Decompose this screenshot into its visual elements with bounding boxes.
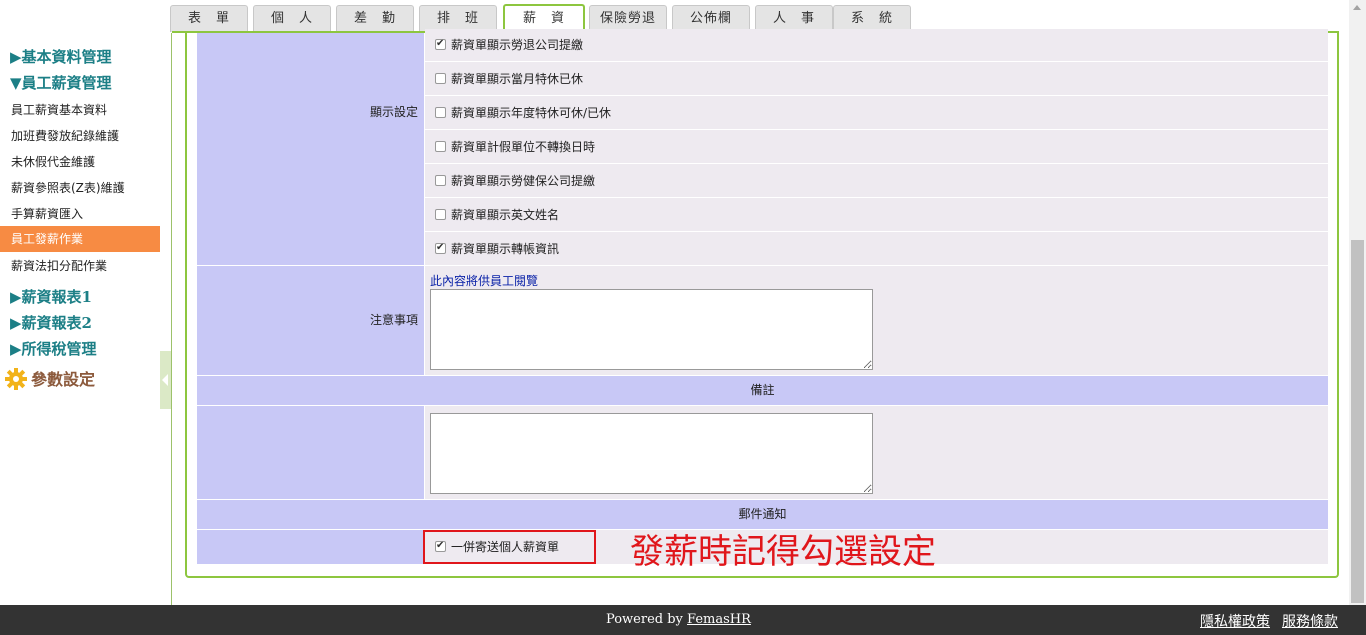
display-settings-label: 顯示設定 [197,33,424,265]
active-indicator [160,226,171,252]
sidebar-item-payroll-run[interactable]: 員工發薪作業 [0,226,160,252]
option-label: 薪資單計假單位不轉換日時 [451,140,596,154]
sidebar-category-income-tax[interactable]: ▶所得稅管理 [10,338,97,359]
remarks-textarea[interactable] [430,413,873,494]
remarks-label [197,406,424,499]
option-label: 薪資單顯示當月特休已休 [451,72,584,86]
powered-prefix: Powered by [606,612,688,627]
checkbox[interactable] [435,209,446,220]
sidebar: ▶基本資料管理 ▼員工薪資管理 員工薪資基本資料 加班費發放紀錄維護 未休假代金… [0,33,172,605]
option-label: 薪資單顯示勞健保公司提繳 [451,174,596,188]
tab-shift[interactable]: 排 班 [419,5,497,32]
annotation-text: 發薪時記得勾選設定 [630,532,936,572]
option-insurance-contrib[interactable]: 薪資單顯示勞健保公司提繳 [425,165,1328,198]
notes-label: 注意事項 [197,266,424,375]
sidebar-item-manual-import[interactable]: 手算薪資匯入 [11,205,83,222]
option-transfer-info[interactable]: 薪資單顯示轉帳資訊 [425,233,1328,266]
scroll-up-icon[interactable] [1353,5,1361,10]
vertical-scrollbar[interactable] [1349,0,1366,605]
checkbox[interactable] [435,36,446,52]
brand-link[interactable]: FemasHR [687,612,751,627]
remarks-value [425,406,1328,499]
display-settings-options: 薪資單顯示勞退公司提繳 薪資單顯示當月特休已休 薪資單顯示年度特休可休/已休 薪… [425,29,1328,266]
gear-icon [5,368,27,390]
sidebar-item-unused-leave-pay[interactable]: 未休假代金維護 [11,153,95,170]
notes-textarea[interactable] [430,289,873,370]
remarks-header: 備註 [197,376,1328,405]
option-monthly-leave-used[interactable]: 薪資單顯示當月特休已休 [425,63,1328,96]
sidebar-item-garnishment[interactable]: 薪資法扣分配作業 [11,257,107,274]
option-label: 薪資單顯示英文姓名 [451,208,560,222]
email-label [197,530,424,564]
tab-insurance[interactable]: 保險勞退 [589,5,667,32]
checkbox[interactable] [435,73,446,84]
sidebar-category-employee-payroll[interactable]: ▼員工薪資管理 [10,72,112,93]
checkbox[interactable] [435,107,446,118]
tab-system[interactable]: 系 統 [833,5,911,32]
sidebar-params[interactable]: 參數設定 [5,366,95,390]
checkbox[interactable] [435,175,446,186]
checkbox[interactable] [435,141,446,152]
sidebar-category-report1[interactable]: ▶薪資報表1 [10,286,92,307]
scrollbar-thumb[interactable] [1351,240,1364,603]
sidebar-collapse-handle[interactable] [160,351,171,409]
privacy-link[interactable]: 隱私權政策 [1200,614,1270,630]
sidebar-category-basic-data[interactable]: ▶基本資料管理 [10,46,112,67]
footer: Powered by FemasHR 隱私權政策 服務條款 [0,605,1366,635]
option-label: 薪資單顯示勞退公司提繳 [451,38,584,52]
display-settings-row: 顯示設定 薪資單顯示勞退公司提繳 薪資單顯示當月特休已休 薪資單顯示年度特休可休… [197,29,1328,266]
footer-links: 隱私權政策 服務條款 [1188,611,1338,631]
option-label: 薪資單顯示年度特休可休/已休 [451,106,612,120]
option-english-name[interactable]: 薪資單顯示英文姓名 [425,199,1328,232]
sidebar-category-report2[interactable]: ▶薪資報表2 [10,312,92,333]
tab-attendance[interactable]: 差 勤 [336,5,414,32]
tab-bulletin[interactable]: 公佈欄 [672,5,750,32]
sidebar-item-overtime-records[interactable]: 加班費發放紀錄維護 [11,127,119,144]
checkbox[interactable] [435,240,446,256]
params-label: 參數設定 [31,370,96,389]
main-panel: 顯示設定 薪資單顯示勞退公司提繳 薪資單顯示當月特休已休 薪資單顯示年度特休可休… [185,29,1339,578]
option-label: 薪資單顯示轉帳資訊 [451,242,560,256]
powered-by: Powered by FemasHR [606,612,751,627]
option-leave-unit[interactable]: 薪資單計假單位不轉換日時 [425,131,1328,164]
tab-forms[interactable]: 表 單 [170,5,248,32]
highlight-box [423,530,596,564]
tab-personal[interactable]: 個 人 [253,5,331,32]
notes-row: 注意事項 此內容將供員工閱覽 [197,266,1328,375]
sidebar-item-salary-reference[interactable]: 薪資參照表(Z表)維護 [11,179,125,196]
tab-hr[interactable]: 人 事 [755,5,833,32]
option-annual-leave[interactable]: 薪資單顯示年度特休可休/已休 [425,97,1328,130]
remarks-row [197,406,1328,499]
terms-link[interactable]: 服務條款 [1282,614,1338,630]
collapse-arrow-icon [162,374,168,386]
notes-value: 此內容將供員工閱覽 [425,266,1328,375]
sidebar-item-employee-payroll-basic[interactable]: 員工薪資基本資料 [11,101,107,118]
option-labor-pension[interactable]: 薪資單顯示勞退公司提繳 [425,29,1328,62]
notes-hint: 此內容將供員工閱覽 [430,274,539,288]
